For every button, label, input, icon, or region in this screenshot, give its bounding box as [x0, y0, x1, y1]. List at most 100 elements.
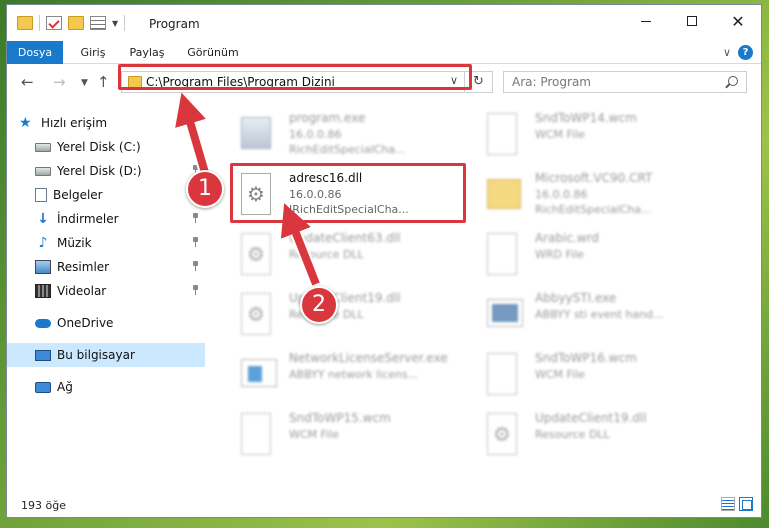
sidebar-item-label: Hızlı erişim — [41, 116, 108, 130]
file-tile[interactable]: program.exe 16.0.0.86 RichEditSpecialCha… — [237, 107, 473, 163]
file-tile[interactable]: Arabic.wrd WRD File — [483, 227, 719, 283]
close-button[interactable]: ✕ — [715, 5, 761, 37]
tab-view[interactable]: Görünüm — [181, 41, 245, 64]
maximize-button[interactable] — [669, 5, 715, 37]
file-icon — [487, 353, 517, 395]
properties-check-icon[interactable] — [46, 16, 62, 30]
file-tile[interactable]: UpdateClient19.dll Resource DLL — [483, 407, 719, 463]
sidebar-item-pictures[interactable]: Resimler — [7, 255, 205, 279]
exe-file-icon — [241, 117, 271, 149]
file-detail: WRD File — [535, 248, 584, 261]
pictures-icon — [35, 260, 51, 274]
back-arrow-icon[interactable]: ← — [21, 73, 34, 91]
file-tile[interactable]: UpdateClient19.dll Resource DLL — [237, 287, 473, 343]
address-bar-highlight — [118, 64, 472, 90]
folder-icon — [487, 179, 521, 209]
tab-home[interactable]: Giriş — [71, 41, 115, 64]
file-tile[interactable]: AbbyySTI.exe ABBYY sti event hand... — [483, 287, 719, 343]
expand-ribbon-icon[interactable]: ∨ — [723, 46, 731, 59]
file-detail: Resource DLL — [535, 428, 610, 441]
search-box[interactable]: Ara: Program — [503, 71, 747, 93]
cloud-icon — [35, 318, 51, 328]
forward-arrow-icon[interactable]: → — [53, 73, 66, 91]
item-count: 193 öğe — [21, 499, 66, 512]
toolbar-separator — [124, 15, 126, 31]
up-arrow-icon[interactable]: ↑ — [97, 73, 110, 91]
sidebar-item-downloads[interactable]: ↓ İndirmeler — [7, 207, 205, 231]
pin-icon — [192, 261, 199, 271]
disk-icon — [35, 142, 51, 152]
maximize-icon — [687, 16, 697, 26]
sidebar-item-music[interactable]: ♪ Müzik — [7, 231, 205, 255]
file-name: SndToWP15.wcm — [289, 411, 391, 425]
file-detail: 16.0.0.86 — [289, 128, 342, 141]
new-folder-icon[interactable] — [68, 16, 84, 30]
quick-access-toolbar: ▼ — [17, 15, 126, 31]
file-icon — [487, 233, 517, 275]
tab-share[interactable]: Paylaş — [121, 41, 173, 64]
sidebar-item-onedrive[interactable]: OneDrive — [7, 311, 205, 335]
navigation-pane: ★ Hızlı erişim Yerel Disk (C:) Yerel Dis… — [7, 101, 205, 491]
tab-file[interactable]: Dosya — [7, 41, 63, 64]
file-tile[interactable]: NetworkLicenseServer.exe ABBYY network l… — [237, 347, 473, 403]
window-title: Program — [149, 17, 200, 31]
file-detail: RichEditSpecialCha... — [535, 203, 652, 216]
step-1-badge: 1 — [186, 170, 224, 208]
file-detail: WCM File — [289, 428, 339, 441]
sidebar-item-this-pc[interactable]: Bu bilgisayar — [7, 343, 205, 367]
sidebar-item-label: Müzik — [57, 236, 92, 250]
file-name: UpdateClient19.dll — [535, 411, 647, 425]
ribbon-tabs: Dosya Giriş Paylaş Görünüm ∨ ? — [7, 41, 761, 64]
details-view-icon[interactable] — [721, 497, 735, 511]
file-tile[interactable]: SndToWP16.wcm WCM File — [483, 347, 719, 403]
customize-toolbar-dropdown-icon[interactable]: ▼ — [112, 19, 118, 28]
minimize-button[interactable] — [623, 5, 669, 37]
file-name: UpdateClient63.dll — [289, 231, 401, 245]
application-icon — [487, 299, 523, 327]
properties-icon[interactable] — [90, 16, 106, 30]
sidebar-item-label: İndirmeler — [57, 212, 119, 226]
file-name: NetworkLicenseServer.exe — [289, 351, 448, 365]
title-bar: ▼ Program ✕ — [7, 5, 761, 41]
file-tile[interactable]: Microsoft.VC90.CRT 16.0.0.86 RichEditSpe… — [483, 167, 719, 223]
file-name: SndToWP16.wcm — [535, 351, 637, 365]
network-icon — [35, 381, 51, 393]
file-icon — [241, 413, 271, 455]
sidebar-item-local-disk-d[interactable]: Yerel Disk (D:) — [7, 159, 205, 183]
file-detail: ABBYY network licens... — [289, 368, 419, 381]
pin-icon — [192, 141, 199, 151]
videos-icon — [35, 284, 51, 298]
file-name: AbbyySTI.exe — [535, 291, 617, 305]
file-tile[interactable]: SndToWP14.wcm WCM File — [483, 107, 719, 163]
sidebar-item-label: Belgeler — [53, 188, 103, 202]
file-name: program.exe — [289, 111, 366, 125]
file-name: Arabic.wrd — [535, 231, 600, 245]
pin-icon — [192, 213, 199, 223]
sidebar-item-label: Bu bilgisayar — [57, 348, 135, 362]
recent-locations-dropdown-icon[interactable]: ▼ — [81, 78, 88, 88]
search-placeholder: Ara: Program — [512, 75, 591, 89]
file-detail: WCM File — [535, 368, 585, 381]
large-icons-view-icon[interactable] — [739, 497, 753, 511]
pin-icon — [192, 237, 199, 247]
sidebar-item-quick-access[interactable]: ★ Hızlı erişim — [7, 111, 205, 135]
dll-gear-icon — [487, 413, 517, 455]
sidebar-item-network[interactable]: Ağ — [7, 375, 205, 399]
search-icon[interactable] — [728, 76, 738, 86]
sidebar-item-documents[interactable]: Belgeler — [7, 183, 205, 207]
dll-gear-icon — [241, 293, 271, 335]
folder-icon[interactable] — [17, 16, 33, 30]
computer-icon — [35, 349, 51, 361]
pin-icon — [192, 285, 199, 295]
sidebar-item-videos[interactable]: Videolar — [7, 279, 205, 303]
help-icon[interactable]: ? — [738, 45, 753, 60]
file-name: Microsoft.VC90.CRT — [535, 171, 653, 185]
file-detail: RichEditSpecialCha... — [289, 143, 406, 156]
step-2-badge: 2 — [300, 286, 338, 324]
sidebar-item-label: Ağ — [57, 380, 73, 394]
close-icon: ✕ — [731, 11, 745, 31]
file-tile[interactable]: UpdateClient63.dll Resource DLL — [237, 227, 473, 283]
file-detail: 16.0.0.86 — [535, 188, 588, 201]
sidebar-item-local-disk-c[interactable]: Yerel Disk (C:) — [7, 135, 205, 159]
file-tile[interactable]: SndToWP15.wcm WCM File — [237, 407, 473, 463]
